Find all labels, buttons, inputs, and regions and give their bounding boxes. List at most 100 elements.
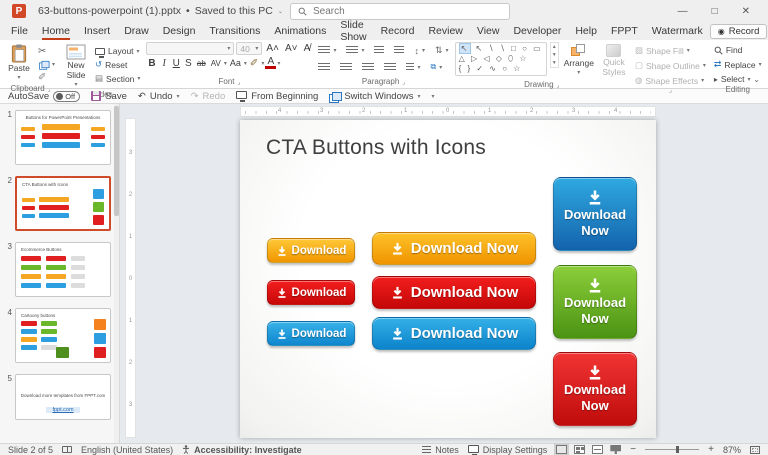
download-now-button-blue[interactable]: Download Now — [372, 317, 536, 350]
shape-outline-button[interactable]: ▢Shape Outline▾ — [633, 59, 708, 72]
bullets-button[interactable]: ▾ — [316, 45, 338, 56]
tab-draw[interactable]: Draw — [117, 23, 156, 39]
shapes-row-1[interactable]: ↖ ∖ ∖ □ ○ ▭ — [476, 44, 543, 53]
tab-animations[interactable]: Animations — [267, 23, 333, 39]
section-button[interactable]: ▤Section▾ — [93, 72, 142, 85]
tab-record[interactable]: Record — [374, 23, 422, 39]
slideshow-view-button[interactable] — [610, 445, 621, 454]
normal-view-button[interactable] — [556, 445, 567, 454]
increase-indent-button[interactable] — [392, 45, 406, 56]
maximize-button[interactable]: □ — [712, 6, 718, 17]
download-button-small-red[interactable]: Download — [267, 280, 355, 305]
layout-button[interactable]: Layout▾ — [93, 45, 142, 57]
spellcheck-button[interactable] — [62, 446, 72, 453]
drawing-dialog-launcher-icon[interactable]: ⌟ — [557, 82, 560, 89]
slide-indicator[interactable]: Slide 2 of 5 — [8, 445, 53, 455]
minimize-button[interactable]: — — [678, 6, 688, 17]
accessibility-button[interactable]: Accessibility: Investigate — [182, 445, 302, 455]
download-button-small-blue[interactable]: Download — [267, 321, 355, 346]
zoom-in-button[interactable]: + — [708, 444, 714, 455]
undo-button[interactable]: ↶Undo▾ — [138, 91, 180, 102]
download-now-square-blue[interactable]: Download Now — [553, 177, 637, 251]
shape-fill-button[interactable]: ▨Shape Fill▾ — [633, 44, 692, 57]
copy-button[interactable]: ▾ — [36, 59, 57, 70]
reading-view-button[interactable] — [592, 445, 603, 454]
line-spacing-button[interactable]: ↕▾ — [412, 45, 427, 57]
document-title[interactable]: 63-buttons-powerpoint (1).pptx • Saved t… — [38, 5, 283, 17]
notes-button[interactable]: Notes — [422, 445, 459, 455]
font-color-button[interactable]: A — [265, 57, 276, 69]
italic-button[interactable]: I — [159, 58, 170, 69]
thumbnail-slide-4[interactable]: Cartoony buttons — [15, 308, 111, 363]
tab-insert[interactable]: Insert — [77, 23, 117, 39]
change-case-button[interactable]: Aa — [228, 58, 243, 68]
language-indicator[interactable]: English (United States) — [81, 445, 173, 455]
tab-design[interactable]: Design — [156, 23, 203, 39]
shapes-more-icon[interactable]: ▼ — [552, 60, 557, 66]
saved-status-caret-icon[interactable]: ⌄ — [278, 8, 283, 15]
font-dialog-launcher-icon[interactable]: ⌟ — [238, 79, 241, 86]
thumbnail-slide-5[interactable]: Download more templates from FPPT.com fp… — [15, 374, 111, 420]
font-name-combobox[interactable]: ▾ — [146, 42, 234, 55]
switch-windows-button[interactable]: Switch Windows▾ — [329, 91, 420, 102]
download-now-button-orange[interactable]: Download Now — [372, 232, 536, 265]
shapes-gallery[interactable]: ↖ ↖ ∖ ∖ □ ○ ▭ △ ▷ ◁ ◇ ⬯ ☆ { } ✓ ∿ ○ ☆ — [455, 42, 547, 76]
numbering-button[interactable]: ▾ — [344, 45, 366, 56]
underline-button[interactable]: U — [171, 58, 182, 69]
download-button-small-orange[interactable]: Download — [267, 238, 355, 263]
select-button[interactable]: ▸Select▾ — [712, 73, 753, 85]
paste-button[interactable]: Paste ▾ — [4, 42, 34, 84]
columns-button[interactable]: ▾ — [404, 62, 422, 73]
paragraph-dialog-launcher-icon[interactable]: ⌟ — [402, 79, 405, 86]
cut-button[interactable]: ✂ — [36, 45, 57, 58]
close-button[interactable]: ✕ — [742, 6, 750, 17]
record-button[interactable]: ◉ Record — [710, 24, 768, 39]
shape-effects-button[interactable]: ◍Shape Effects▾ — [633, 74, 706, 87]
tab-watermark[interactable]: Watermark — [645, 23, 710, 39]
collapse-ribbon-icon[interactable]: ⌄ — [753, 75, 760, 84]
new-slide-button[interactable]: New Slide ▾ — [61, 42, 91, 90]
tab-home[interactable]: Home — [35, 23, 77, 39]
select-shape-icon[interactable]: ↖ — [459, 43, 472, 54]
clipboard-dialog-launcher-icon[interactable]: ⌟ — [48, 86, 51, 93]
decrease-indent-button[interactable] — [372, 45, 386, 56]
clear-formatting-button[interactable]: A̸ — [301, 43, 312, 54]
slide-canvas[interactable]: CTA Buttons with Icons Download Download… — [240, 120, 656, 438]
align-right-button[interactable] — [360, 62, 376, 73]
arrange-button[interactable]: Arrange ▾ — [561, 42, 597, 79]
shapes-row-2[interactable]: △ ▷ ◁ ◇ ⬯ ☆ — [459, 54, 543, 64]
shape-format-dialog-launcher-icon[interactable]: ⌟ — [669, 87, 672, 94]
font-size-combobox[interactable]: 40▾ — [236, 42, 262, 55]
zoom-out-button[interactable]: − — [630, 444, 636, 455]
thumbnail-scrollbar[interactable] — [114, 104, 119, 443]
reset-button[interactable]: ↺Reset — [93, 58, 142, 71]
download-now-button-red[interactable]: Download Now — [372, 276, 536, 309]
find-button[interactable]: Find — [712, 44, 745, 56]
shapes-scroll-up-icon[interactable]: ▲ — [552, 44, 557, 50]
thumbnail-slide-2[interactable]: CTA Buttons with Icons — [15, 176, 111, 231]
download-now-square-red[interactable]: Download Now — [553, 352, 637, 426]
strikethrough-button[interactable]: ab — [195, 59, 208, 68]
character-spacing-button[interactable]: AV — [209, 59, 223, 68]
tab-fppt[interactable]: FPPT — [604, 23, 645, 39]
quick-styles-button[interactable]: Quick Styles — [599, 42, 629, 80]
slide-title[interactable]: CTA Buttons with Icons — [266, 136, 486, 160]
powerpoint-app-icon[interactable]: P — [12, 4, 26, 18]
highlight-button[interactable]: ✐ — [248, 58, 260, 69]
slide-sorter-view-button[interactable] — [574, 445, 585, 454]
replace-button[interactable]: ⇄Replace▾ — [712, 58, 764, 71]
redo-button[interactable]: ↷Redo — [191, 91, 226, 102]
text-direction-button[interactable]: ⇅▾ — [433, 44, 451, 57]
thumbnail-slide-3[interactable]: Ecommerce Buttons — [15, 242, 111, 297]
tab-review[interactable]: Review — [421, 23, 469, 39]
tab-developer[interactable]: Developer — [506, 23, 568, 39]
grow-font-button[interactable]: A˄ — [264, 43, 281, 54]
fit-slide-to-window-button[interactable] — [750, 446, 760, 454]
zoom-slider-thumb[interactable] — [676, 446, 679, 453]
smartart-button[interactable]: ⧉▾ — [428, 61, 444, 73]
zoom-slider[interactable] — [645, 449, 699, 450]
download-now-square-green[interactable]: Download Now — [553, 265, 637, 339]
tab-view[interactable]: View — [470, 23, 507, 39]
bold-button[interactable]: B — [146, 58, 157, 69]
display-settings-button[interactable]: Display Settings — [468, 445, 548, 455]
